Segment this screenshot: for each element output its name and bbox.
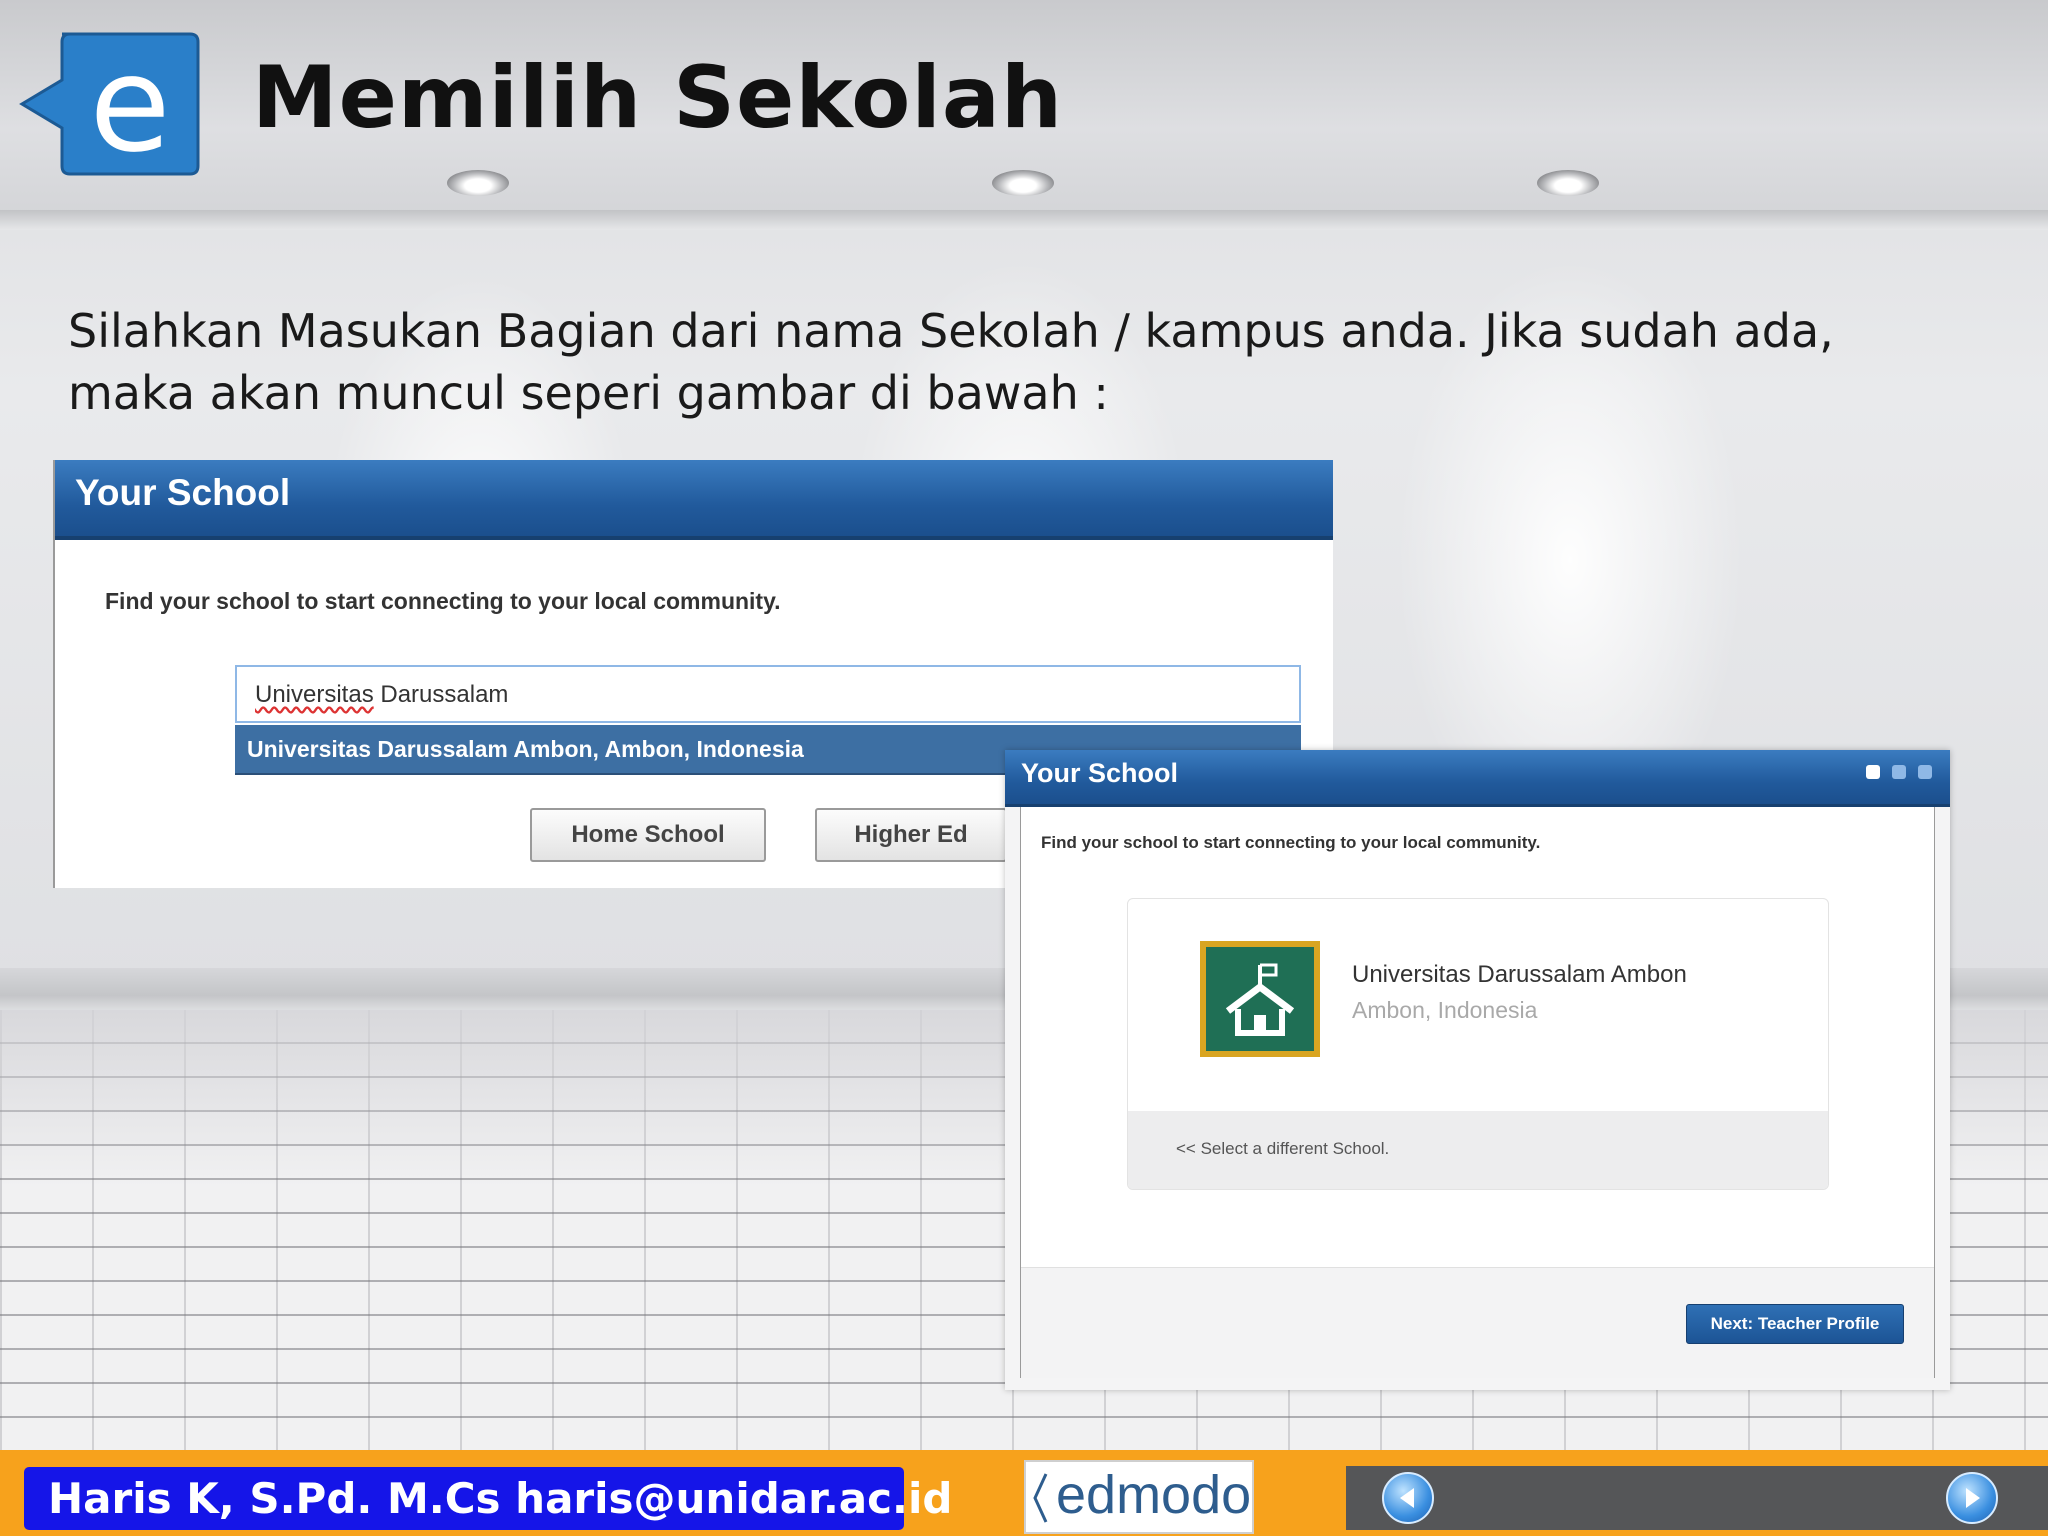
higher-ed-button[interactable]: Higher Ed bbox=[815, 808, 1007, 862]
selected-school-card: Universitas Darussalam Ambon Ambon, Indo… bbox=[1127, 898, 1829, 1190]
ceiling-lamp-icon bbox=[992, 170, 1054, 196]
step-dot-icon bbox=[1892, 765, 1906, 779]
slide-title: Memilih Sekolah bbox=[252, 48, 1064, 148]
step-indicator bbox=[1866, 765, 1932, 779]
ceiling-lamp-icon bbox=[447, 170, 509, 196]
ceiling-lamp-icon bbox=[1537, 170, 1599, 196]
selected-school-name: Universitas Darussalam Ambon bbox=[1352, 961, 1687, 988]
previous-arrow-icon[interactable] bbox=[1382, 1472, 1434, 1524]
select-different-school-link[interactable]: << Select a different School. bbox=[1176, 1139, 1389, 1159]
logo-letter: e bbox=[89, 28, 170, 180]
slide-navigation bbox=[1346, 1466, 2048, 1530]
school-card-footer: << Select a different School. bbox=[1128, 1111, 1828, 1189]
panel-footer: Next: Teacher Profile bbox=[1021, 1267, 1934, 1378]
step-dot-icon bbox=[1866, 765, 1880, 779]
ceiling-edge bbox=[0, 210, 2048, 230]
edmodo-e-logo-icon: e bbox=[18, 28, 204, 182]
search-text-misspelled: Universitas bbox=[255, 681, 374, 708]
slide-instruction: Silahkan Masukan Bagian dari nama Sekola… bbox=[68, 304, 1834, 420]
school-panel-description: Find your school to start connecting to … bbox=[105, 588, 781, 614]
school-selected-screenshot: Your School Next: Teacher Profile Find y… bbox=[1005, 750, 1950, 1390]
next-teacher-profile-button[interactable]: Next: Teacher Profile bbox=[1686, 1304, 1904, 1344]
school-house-icon bbox=[1200, 941, 1320, 1057]
school-search-input[interactable]: Universitas Darussalam bbox=[235, 665, 1301, 723]
author-credit: Haris K, S.Pd. M.Cs haris@unidar.ac.id bbox=[24, 1467, 952, 1530]
selected-school-location: Ambon, Indonesia bbox=[1352, 997, 1538, 1023]
school-panel-header: Your School bbox=[55, 460, 1333, 540]
home-school-button[interactable]: Home School bbox=[530, 808, 766, 862]
edmodo-brand-text: edmodo bbox=[1056, 1465, 1252, 1525]
next-arrow-icon[interactable] bbox=[1946, 1472, 1998, 1524]
school-panel-description: Find your school to start connecting to … bbox=[1041, 833, 1541, 852]
footer-bar: Haris K, S.Pd. M.Cs haris@unidar.ac.id e… bbox=[0, 1450, 2048, 1536]
edmodo-bracket-icon bbox=[1033, 1473, 1048, 1523]
school-panel-title: Your School bbox=[1021, 758, 1179, 788]
edmodo-brand-logo: edmodo bbox=[1024, 1460, 1254, 1534]
school-panel-header: Your School bbox=[1005, 750, 1950, 807]
search-text-rest: Darussalam bbox=[373, 681, 509, 708]
step-dot-icon bbox=[1918, 765, 1932, 779]
school-panel-title: Your School bbox=[75, 472, 291, 513]
